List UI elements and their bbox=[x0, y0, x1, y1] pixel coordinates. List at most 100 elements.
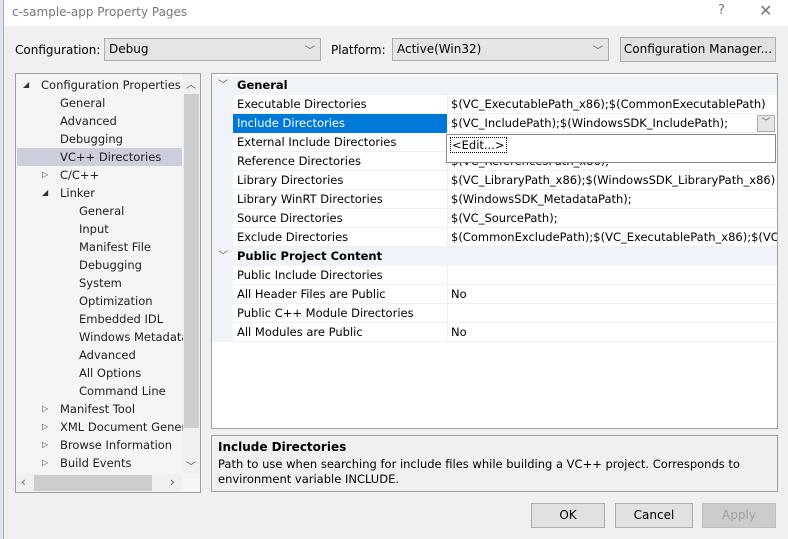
property-row[interactable]: Public Include Directories bbox=[212, 266, 777, 285]
property-name[interactable]: External Include Directories bbox=[233, 133, 448, 152]
chevron-down-icon[interactable]: ﹀ bbox=[218, 247, 228, 266]
value-dropdown-button[interactable]: ﹀ bbox=[757, 115, 775, 132]
scroll-down-icon[interactable]: ﹀ bbox=[186, 458, 196, 473]
tree-item-label: Linker bbox=[60, 186, 95, 200]
collapsed-arrow-icon[interactable]: ▷ bbox=[42, 400, 48, 418]
tree-item-label: Command Line bbox=[79, 384, 166, 398]
property-name[interactable]: Reference Directories bbox=[233, 152, 448, 171]
category-title: Public Project Content bbox=[237, 249, 383, 263]
row-gutter bbox=[212, 285, 233, 304]
row-gutter bbox=[212, 228, 233, 247]
tree-item-label: Manifest File bbox=[79, 240, 151, 254]
expanded-arrow-icon[interactable]: ◢ bbox=[42, 184, 48, 202]
category-header[interactable]: ﹀ Public Project Content bbox=[212, 247, 777, 266]
property-name[interactable]: Source Directories bbox=[233, 209, 448, 228]
property-name[interactable]: Exclude Directories bbox=[233, 228, 448, 247]
window-title: c-sample-app Property Pages bbox=[12, 5, 188, 19]
value-dropdown-list[interactable]: <Edit...> bbox=[446, 134, 776, 163]
tree-item-label: Advanced bbox=[79, 348, 136, 362]
property-row[interactable]: Library Directories $(VC_LibraryPath_x86)… bbox=[212, 171, 777, 190]
tree-item-label: General bbox=[60, 96, 106, 110]
row-gutter bbox=[212, 133, 233, 152]
property-name[interactable]: Public C++ Module Directories bbox=[233, 304, 448, 323]
tree-vertical-scroll-thumb[interactable] bbox=[184, 94, 199, 428]
row-gutter bbox=[212, 209, 233, 228]
property-tree[interactable]: ◢ Configuration Properties General Advanced… bbox=[15, 73, 201, 493]
collapsed-arrow-icon[interactable]: ▷ bbox=[42, 454, 48, 472]
property-row[interactable]: Public C++ Module Directories bbox=[212, 304, 777, 323]
property-value[interactable]: No bbox=[448, 285, 777, 304]
property-value[interactable]: $(VC_IncludePath);$(WindowsSDK_IncludePa… bbox=[448, 114, 777, 133]
apply-button[interactable]: Apply bbox=[702, 503, 776, 528]
tree-horizontal-scroll-thumb[interactable] bbox=[34, 475, 152, 491]
tree-item-label: XML Document Generator bbox=[60, 420, 201, 434]
property-value[interactable] bbox=[448, 266, 777, 285]
tree-item-label: Input bbox=[79, 222, 109, 236]
row-gutter bbox=[212, 266, 233, 285]
property-name[interactable]: Library WinRT Directories bbox=[233, 190, 448, 209]
help-icon[interactable]: ? bbox=[718, 3, 725, 18]
collapsed-arrow-icon[interactable]: ▷ bbox=[42, 418, 48, 436]
chevron-down-icon[interactable]: ﹀ bbox=[218, 76, 228, 95]
platform-select[interactable]: Active(Win32) ﹀ bbox=[392, 38, 609, 61]
row-gutter bbox=[212, 323, 233, 342]
cancel-button[interactable]: Cancel bbox=[615, 503, 693, 528]
property-grid[interactable]: ﹀ General Executable Directories $(VC_Execu… bbox=[211, 73, 778, 429]
configuration-manager-button[interactable]: Configuration Manager... bbox=[620, 37, 776, 62]
tree-item-label: Configuration Properties bbox=[41, 78, 181, 92]
platform-value: Active(Win32) bbox=[397, 42, 482, 56]
expanded-arrow-icon[interactable]: ◢ bbox=[23, 76, 29, 94]
tree-item-label: Optimization bbox=[79, 294, 153, 308]
property-row[interactable]: All Modules are Public No bbox=[212, 323, 777, 342]
property-name[interactable]: Include Directories bbox=[233, 114, 448, 133]
property-name[interactable]: Library Directories bbox=[233, 171, 448, 190]
category-header[interactable]: ﹀ General bbox=[212, 76, 777, 95]
property-row[interactable]: Include Directories $(VC_IncludePath);$(W… bbox=[212, 114, 777, 133]
category-title: General bbox=[237, 78, 288, 92]
edit-option[interactable]: <Edit...> bbox=[450, 137, 507, 153]
property-name[interactable]: Executable Directories bbox=[233, 95, 448, 114]
row-gutter bbox=[212, 171, 233, 190]
property-name[interactable]: All Modules are Public bbox=[233, 323, 448, 342]
property-value[interactable]: $(CommonExcludePath);$(VC_ExecutablePath… bbox=[448, 228, 777, 247]
scroll-up-icon[interactable]: ︿ bbox=[186, 76, 196, 91]
description-panel: Include Directories Path to use when sea… bbox=[211, 435, 778, 492]
collapsed-arrow-icon[interactable]: ▷ bbox=[42, 166, 48, 184]
property-row[interactable]: Executable Directories $(VC_ExecutablePat… bbox=[212, 95, 777, 114]
property-row[interactable]: All Header Files are Public No bbox=[212, 285, 777, 304]
close-icon[interactable]: ✕ bbox=[759, 1, 772, 20]
tree-item-label: General bbox=[79, 204, 125, 218]
property-row[interactable]: Exclude Directories $(CommonExcludePath);… bbox=[212, 228, 777, 247]
property-row[interactable]: Library WinRT Directories $(WindowsSDK_Me… bbox=[212, 190, 777, 209]
tree-item-label: Browse Information bbox=[60, 438, 173, 452]
row-gutter bbox=[212, 152, 233, 171]
scroll-left-icon[interactable]: ‹ bbox=[21, 475, 26, 489]
property-name[interactable]: Public Include Directories bbox=[233, 266, 448, 285]
row-gutter bbox=[212, 190, 233, 209]
tree-item-label: Build Events bbox=[60, 456, 132, 470]
collapsed-arrow-icon[interactable]: ▷ bbox=[42, 436, 48, 454]
ok-button[interactable]: OK bbox=[531, 503, 605, 528]
row-gutter bbox=[212, 95, 233, 114]
configuration-label: Configuration: bbox=[15, 43, 101, 57]
property-value[interactable] bbox=[448, 304, 777, 323]
tree-item-label: Debugging bbox=[60, 132, 123, 146]
property-value[interactable]: $(VC_ExecutablePath_x86);$(CommonExecuta… bbox=[448, 95, 777, 114]
tree-item[interactable]: VC++ Directories bbox=[17, 148, 182, 166]
property-value[interactable]: $(VC_LibraryPath_x86);$(WindowsSDK_Libra… bbox=[448, 171, 777, 190]
tree-item-label: Manifest Tool bbox=[60, 402, 136, 416]
row-gutter bbox=[212, 114, 233, 133]
property-value[interactable]: No bbox=[448, 323, 777, 342]
chevron-down-icon: ﹀ bbox=[593, 46, 603, 57]
property-row[interactable]: Source Directories $(VC_SourcePath); bbox=[212, 209, 777, 228]
property-value[interactable]: $(VC_SourcePath); bbox=[448, 209, 777, 228]
property-value[interactable]: $(WindowsSDK_MetadataPath); bbox=[448, 190, 777, 209]
configuration-select[interactable]: Debug ﹀ bbox=[104, 38, 321, 61]
tree-item-label: System bbox=[79, 276, 122, 290]
property-name[interactable]: All Header Files are Public bbox=[233, 285, 448, 304]
chevron-down-icon: ﹀ bbox=[305, 46, 315, 57]
title-bar: c-sample-app Property Pages ? ✕ bbox=[4, 0, 788, 26]
tree-item-label: C/C++ bbox=[60, 168, 100, 182]
tree-item-label: All Options bbox=[79, 366, 142, 380]
scroll-right-icon[interactable]: › bbox=[170, 475, 175, 489]
